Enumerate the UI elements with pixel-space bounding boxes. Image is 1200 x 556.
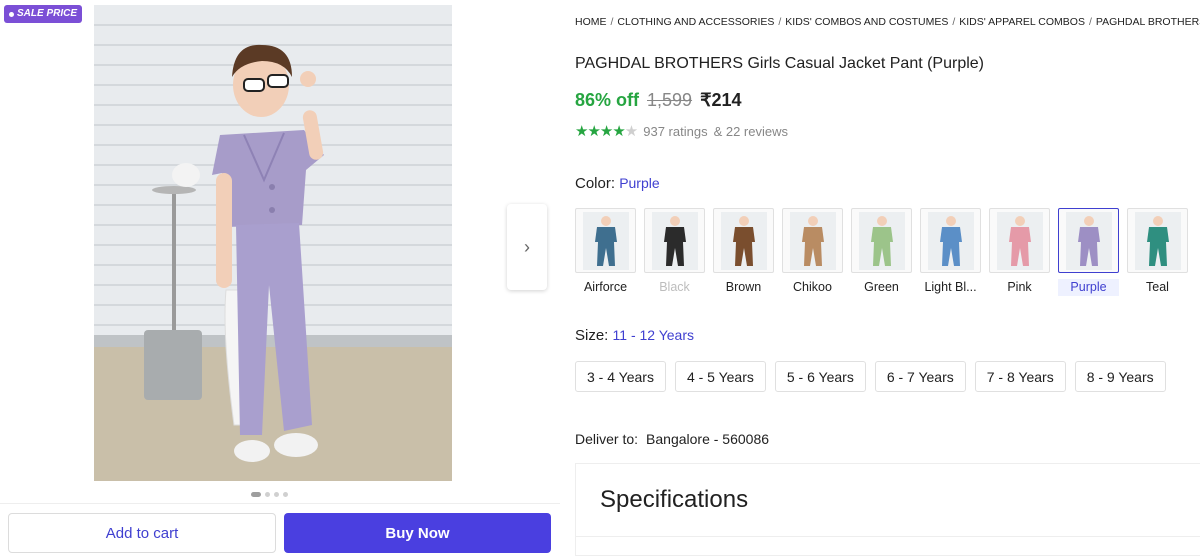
- deliver-label: Deliver to:: [575, 431, 639, 447]
- size-options: 3 - 4 Years 4 - 5 Years 5 - 6 Years 6 - 7 Y…: [575, 361, 1166, 392]
- star-rating-icon: ★★★★★: [575, 123, 638, 140]
- buy-now-button[interactable]: Buy Now: [284, 513, 551, 553]
- size-option-button[interactable]: 4 - 5 Years: [674, 361, 766, 392]
- breadcrumb-item[interactable]: KIDS' COMBOS AND COSTUMES: [785, 16, 948, 28]
- gallery-dot[interactable]: [283, 492, 288, 497]
- size-option-button[interactable]: 7 - 8 Years: [974, 361, 1066, 392]
- original-price: 1,599: [647, 90, 693, 110]
- divider: [576, 536, 1200, 537]
- reviews-count: & 22 reviews: [713, 123, 788, 139]
- color-swatch[interactable]: Teal: [1127, 208, 1188, 296]
- size-option-button[interactable]: 8 - 9 Years: [1074, 361, 1166, 392]
- ratings-count: 937 ratings: [643, 123, 708, 139]
- swatch-thumbnail: [782, 208, 843, 273]
- size-option-button[interactable]: 6 - 7 Years: [874, 361, 966, 392]
- gallery-dot[interactable]: [251, 492, 261, 497]
- selected-size: 11 - 12 Years: [612, 327, 695, 343]
- product-photo: [94, 5, 452, 481]
- swatch-thumbnail: [644, 208, 705, 273]
- color-swatches: Airforce Black Brown Chikoo Green Light Bl...…: [575, 208, 1188, 296]
- swatch-thumbnail: [575, 208, 636, 273]
- breadcrumb-item[interactable]: HOME: [575, 16, 607, 28]
- selling-price: ₹214: [700, 90, 742, 110]
- deliver-location: Bangalore - 560086: [646, 431, 770, 447]
- color-swatch-label: Brown: [725, 280, 762, 294]
- swatch-thumbnail: [851, 208, 912, 273]
- size-option-button[interactable]: 5 - 6 Years: [774, 361, 866, 392]
- color-swatch[interactable]: Chikoo: [782, 208, 843, 296]
- size-option-button[interactable]: 3 - 4 Years: [575, 361, 666, 392]
- color-swatch[interactable]: Black: [644, 208, 705, 296]
- color-swatch[interactable]: Purple: [1058, 208, 1119, 296]
- product-title: PAGHDAL BROTHERS Girls Casual Jacket Pan…: [575, 55, 985, 72]
- discount-percent: 86% off: [575, 90, 640, 110]
- color-swatch[interactable]: Airforce: [575, 208, 636, 296]
- delivery-info[interactable]: Deliver to: Bangalore - 560086: [575, 431, 769, 447]
- carousel-next-button[interactable]: ›: [507, 204, 547, 290]
- swatch-thumbnail: [713, 208, 774, 273]
- chevron-right-icon: ›: [524, 236, 530, 257]
- gallery-indicator: [251, 492, 288, 497]
- size-selector-label: Size: 11 - 12 Years: [575, 327, 694, 344]
- specifications-title: Specifications: [600, 486, 749, 513]
- sale-price-badge: SALE PRICE: [4, 5, 83, 23]
- breadcrumb: HOME / CLOTHING AND ACCESSORIES / KIDS' CO…: [575, 16, 1200, 28]
- color-swatch[interactable]: Brown: [713, 208, 774, 296]
- price-row: 86% off 1,599 ₹214: [575, 90, 742, 111]
- color-swatch[interactable]: Green: [851, 208, 912, 296]
- rating-row[interactable]: ★★★★★ 937 ratings & 22 reviews: [575, 122, 788, 140]
- selected-color: Purple: [619, 175, 660, 191]
- add-to-cart-button[interactable]: Add to cart: [8, 513, 276, 553]
- gallery-dot[interactable]: [274, 492, 279, 497]
- sale-price-label: SALE PRICE: [17, 8, 78, 19]
- color-swatch[interactable]: Light Bl...: [920, 208, 981, 296]
- gallery-dot[interactable]: [265, 492, 270, 497]
- color-swatch-label: Black: [659, 280, 690, 294]
- color-label: Color:: [575, 175, 616, 192]
- color-selector-label: Color: Purple: [575, 175, 660, 192]
- swatch-thumbnail: [1127, 208, 1188, 273]
- color-swatch-label: Purple: [1058, 279, 1119, 296]
- swatch-thumbnail: [989, 208, 1050, 273]
- color-swatch[interactable]: Pink: [989, 208, 1050, 296]
- color-swatch-label: Chikoo: [793, 280, 832, 294]
- color-swatch-label: Green: [864, 280, 899, 294]
- swatch-thumbnail: [920, 208, 981, 273]
- color-swatch-label: Teal: [1146, 280, 1169, 294]
- breadcrumb-item[interactable]: PAGHDAL BROTHERS KIDS' AP: [1096, 16, 1200, 28]
- swatch-thumbnail: [1058, 208, 1119, 273]
- breadcrumb-item[interactable]: CLOTHING AND ACCESSORIES: [617, 16, 774, 28]
- size-label: Size:: [575, 327, 609, 344]
- specifications-panel: Specifications: [575, 463, 1200, 556]
- product-image[interactable]: [94, 5, 452, 481]
- badge-dot-icon: [9, 11, 14, 17]
- breadcrumb-item[interactable]: KIDS' APPAREL COMBOS: [959, 16, 1085, 28]
- color-swatch-label: Light Bl...: [924, 280, 977, 294]
- divider: [0, 503, 560, 504]
- color-swatch-label: Pink: [1007, 280, 1032, 294]
- color-swatch-label: Airforce: [583, 280, 628, 294]
